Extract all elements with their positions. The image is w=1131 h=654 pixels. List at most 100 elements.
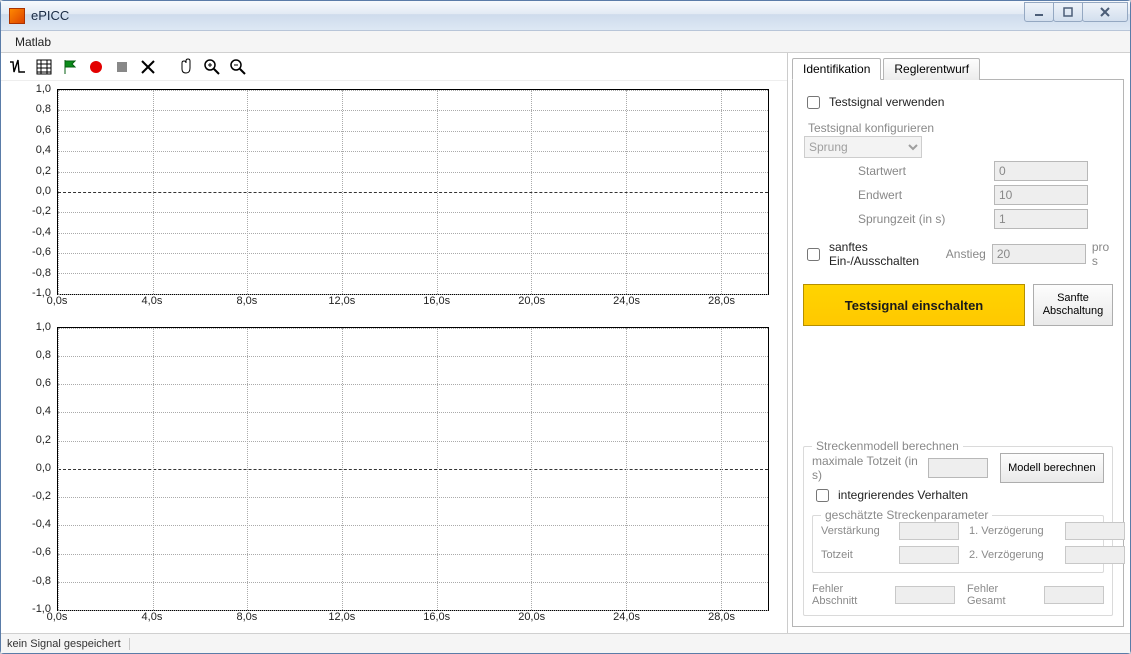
x-tick-label: 28,0s — [708, 295, 735, 307]
fehler-gesamt-label: Fehler Gesamt — [967, 583, 1038, 607]
fehler-abschnitt-label: Fehler Abschnitt — [812, 583, 889, 607]
fehler-gesamt-input[interactable] — [1044, 586, 1104, 604]
hand-icon — [177, 58, 195, 76]
minimize-icon — [1034, 7, 1045, 18]
sprungzeit-label: Sprungzeit (in s) — [858, 212, 988, 226]
y-tick-label: 0,2 — [36, 165, 51, 177]
x-tick-label: 20,0s — [518, 295, 545, 307]
left-pane: 1,00,80,60,40,20,0-0,2-0,4-0,6-0,8-1,00,… — [1, 53, 788, 633]
cut-icon — [139, 58, 157, 76]
y-tick-label: -0,8 — [32, 575, 51, 587]
menu-matlab[interactable]: Matlab — [7, 33, 59, 51]
sprungzeit-input[interactable] — [994, 209, 1088, 229]
streckenmodell-legend: Streckenmodell berechnen — [812, 439, 963, 453]
streckenmodell-fieldset: Streckenmodell berechnen maximale Totzei… — [803, 446, 1113, 616]
minimize-button[interactable] — [1024, 2, 1054, 22]
config-tool[interactable] — [33, 56, 55, 78]
record-tool[interactable] — [85, 56, 107, 78]
maximize-icon — [1063, 7, 1074, 18]
zoom-in-icon — [203, 58, 221, 76]
max-totzeit-input[interactable] — [928, 458, 988, 478]
zoom-out-tool[interactable] — [227, 56, 249, 78]
soft-switch-label: sanftes Ein-/Ausschalten — [829, 240, 934, 268]
y-tick-label: -0,2 — [32, 490, 51, 502]
signal-tool[interactable] — [7, 56, 29, 78]
zoom-out-icon — [229, 58, 247, 76]
verstaerkung-input[interactable] — [899, 522, 959, 540]
x-tick-label: 16,0s — [423, 611, 450, 623]
tab-bar: Identifikation Reglerentwurf — [792, 58, 1124, 80]
verz1-input[interactable] — [1065, 522, 1125, 540]
stop-tool[interactable] — [111, 56, 133, 78]
use-testsignal-label: Testsignal verwenden — [829, 95, 944, 109]
app-title: ePICC — [31, 8, 69, 23]
testsignal-config-fieldset: Testsignal konfigurieren Sprung Startwer… — [803, 120, 1113, 232]
totzeit-input[interactable] — [899, 546, 959, 564]
y-tick-label: 0,8 — [36, 103, 51, 115]
y-tick-label: 0,6 — [36, 124, 51, 136]
soft-switch-checkbox[interactable] — [807, 248, 820, 261]
app-window: ePICC Matlab — [0, 0, 1131, 654]
zoom-in-tool[interactable] — [201, 56, 223, 78]
params-legend: geschätzte Streckenparameter — [821, 508, 992, 522]
app-icon — [9, 8, 25, 24]
y-tick-label: 0,6 — [36, 377, 51, 389]
y-tick-label: -0,6 — [32, 246, 51, 258]
y-tick-label: 0,2 — [36, 434, 51, 446]
x-tick-label: 24,0s — [613, 295, 640, 307]
x-tick-label: 4,0s — [142, 611, 163, 623]
status-bar: kein Signal gespeichert — [1, 633, 1130, 653]
verstaerkung-label: Verstärkung — [821, 525, 893, 537]
flag-tool[interactable] — [59, 56, 81, 78]
x-tick-label: 8,0s — [236, 611, 257, 623]
anstieg-label: Anstieg — [946, 247, 986, 261]
y-tick-label: -0,2 — [32, 205, 51, 217]
anstieg-input[interactable] — [992, 244, 1086, 264]
totzeit-label: Totzeit — [821, 549, 893, 561]
window-controls — [1025, 2, 1128, 22]
stop-icon — [113, 58, 131, 76]
x-tick-label: 12,0s — [328, 295, 355, 307]
y-tick-label: -0,4 — [32, 518, 51, 530]
startwert-label: Startwert — [858, 164, 988, 178]
anstieg-unit: pro s — [1092, 240, 1113, 268]
y-tick-label: -0,6 — [32, 546, 51, 558]
chart-2: 1,00,80,60,40,20,0-0,2-0,4-0,6-0,8-1,00,… — [11, 327, 769, 629]
maximize-button[interactable] — [1053, 2, 1083, 22]
y-tick-label: 0,8 — [36, 349, 51, 361]
y-tick-label: 0,4 — [36, 405, 51, 417]
y-tick-label: 0,0 — [36, 185, 51, 197]
signal-icon — [9, 58, 27, 76]
cut-tool[interactable] — [137, 56, 159, 78]
testsignal-einschalten-button[interactable]: Testsignal einschalten — [803, 284, 1025, 326]
record-icon — [87, 58, 105, 76]
charts-area: 1,00,80,60,40,20,0-0,2-0,4-0,6-0,8-1,00,… — [1, 81, 787, 633]
signal-type-select[interactable]: Sprung — [804, 136, 922, 158]
verz1-label: 1. Verzögerung — [969, 525, 1059, 537]
x-tick-label: 24,0s — [613, 611, 640, 623]
integrierendes-label: integrierendes Verhalten — [838, 488, 968, 502]
y-tick-label: 0,0 — [36, 462, 51, 474]
close-icon — [1099, 6, 1111, 18]
startwert-input[interactable] — [994, 161, 1088, 181]
close-button[interactable] — [1082, 2, 1128, 22]
x-tick-label: 4,0s — [142, 295, 163, 307]
endwert-input[interactable] — [994, 185, 1088, 205]
body-area: 1,00,80,60,40,20,0-0,2-0,4-0,6-0,8-1,00,… — [1, 53, 1130, 633]
y-tick-label: -0,4 — [32, 226, 51, 238]
sanfte-abschaltung-button[interactable]: Sanfte Abschaltung — [1033, 284, 1113, 326]
use-testsignal-checkbox[interactable] — [807, 96, 820, 109]
fehler-abschnitt-input[interactable] — [895, 586, 955, 604]
x-tick-label: 8,0s — [236, 295, 257, 307]
modell-berechnen-button[interactable]: Modell berechnen — [1000, 453, 1104, 483]
menu-bar: Matlab — [1, 31, 1130, 53]
identifikation-panel: Testsignal verwenden Testsignal konfigur… — [792, 79, 1124, 627]
verz2-input[interactable] — [1065, 546, 1125, 564]
hand-tool[interactable] — [175, 56, 197, 78]
tab-identifikation[interactable]: Identifikation — [792, 58, 881, 80]
y-tick-label: 0,4 — [36, 144, 51, 156]
x-tick-label: 0,0s — [47, 611, 68, 623]
max-totzeit-label: maximale Totzeit (in s) — [812, 454, 922, 482]
integrierendes-checkbox[interactable] — [816, 489, 829, 502]
tab-reglerentwurf[interactable]: Reglerentwurf — [883, 58, 980, 80]
